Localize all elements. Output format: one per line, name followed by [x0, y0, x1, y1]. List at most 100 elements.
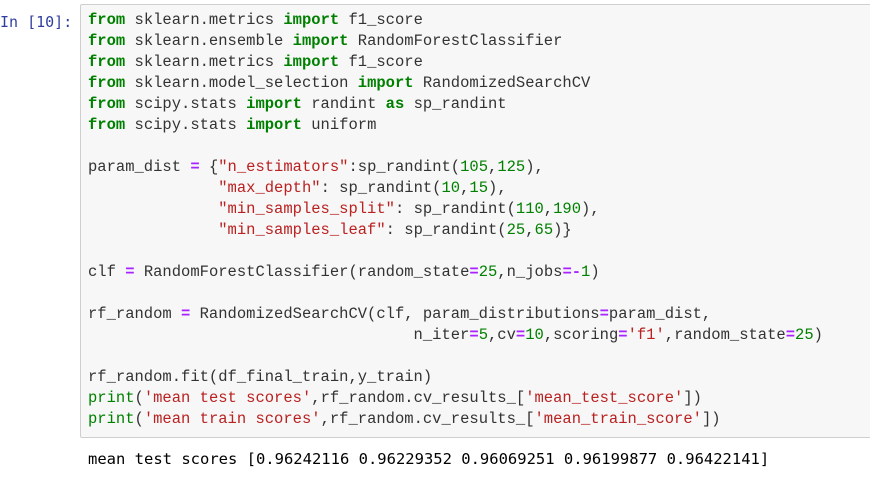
code-line: from sklearn.metrics import f1_score	[88, 10, 823, 31]
code-token: f1_score	[339, 11, 423, 29]
code-token: param_dist	[88, 158, 191, 176]
code-token: 190	[553, 200, 582, 218]
code-token: : sp_randint(	[320, 179, 442, 197]
code-token: 110	[515, 200, 544, 218]
code-token: sp_randint	[404, 95, 507, 113]
code-token: =	[599, 305, 609, 323]
code-line: "max_depth": sp_randint(10,15),	[88, 178, 823, 199]
code-token: 10	[441, 179, 461, 197]
code-token: f1_score	[339, 53, 423, 71]
code-token: 'mean test scores'	[143, 389, 312, 407]
code-line: param_dist = {"n_estimators":sp_randint(…	[88, 157, 823, 178]
code-token: ])	[701, 410, 721, 428]
code-token: ,	[543, 200, 554, 218]
code-token: import	[283, 53, 340, 71]
code-token: )}	[553, 221, 572, 239]
code-token: : sp_randint(	[394, 200, 516, 218]
code-token: n_iter	[88, 326, 470, 344]
code-token: =	[181, 305, 191, 323]
code-token: import	[283, 11, 340, 29]
code-token: import	[246, 95, 302, 113]
code-line: from sklearn.model_selection import Rand…	[88, 73, 823, 94]
code-line: from sklearn.ensemble import RandomFores…	[88, 31, 823, 52]
code-token: (	[134, 389, 144, 407]
code-token: 65	[534, 221, 554, 239]
code-token: from	[88, 32, 126, 50]
code-token: clf	[88, 263, 126, 281]
code-token: "min_samples_leaf"	[218, 221, 386, 239]
code-token: =	[125, 263, 135, 281]
code-token: ,cv	[488, 326, 516, 344]
code-token: 25	[506, 221, 526, 239]
code-token: =	[469, 263, 479, 281]
code-token: RandomizedSearchCV(clf, param_distributi…	[190, 305, 600, 323]
code-line: from scipy.stats import randint as sp_ra…	[88, 94, 823, 115]
code-token: =	[618, 326, 628, 344]
code-token: param_dist,	[608, 305, 712, 323]
code-line: from scipy.stats import uniform	[88, 115, 823, 136]
code-token: from	[88, 74, 126, 92]
code-token: "max_depth"	[218, 179, 321, 197]
code-token: ,rf_random.cv_results_[	[320, 410, 535, 428]
code-token: =	[190, 158, 200, 176]
code-token: rf_random.fit(df_final_train,y_train)	[88, 368, 433, 386]
code-token: 25	[478, 263, 498, 281]
code-token: from	[88, 53, 126, 71]
code-token: ,	[460, 179, 470, 197]
code-token: sklearn.metrics	[125, 11, 284, 29]
code-token: from	[88, 116, 126, 134]
code-token: import	[357, 74, 414, 92]
code-token: =	[515, 326, 526, 344]
code-token: =	[785, 326, 796, 344]
code-token: "n_estimators"	[218, 158, 349, 176]
code-line: "min_samples_split": sp_randint(110,190)…	[88, 199, 823, 220]
code-token: ,	[525, 221, 535, 239]
code-token: : sp_randint(	[385, 221, 507, 239]
code-token: sklearn.metrics	[125, 53, 284, 71]
code-token: )	[590, 263, 600, 281]
code-token: (	[134, 410, 144, 428]
code-line: from sklearn.metrics import f1_score	[88, 52, 823, 73]
code-token: randint	[301, 95, 386, 113]
code-token: "min_samples_split"	[218, 200, 395, 218]
code-line: rf_random = RandomizedSearchCV(clf, para…	[88, 304, 823, 325]
code-token: ),	[488, 179, 507, 197]
code-token: 'mean_test_score'	[525, 389, 684, 407]
code-token: 125	[497, 158, 526, 176]
code-token: =-	[562, 263, 582, 281]
code-token: ,	[488, 158, 498, 176]
code-token: ,random_state	[664, 326, 786, 344]
cell-output: mean test scores [0.96242116 0.96229352 …	[88, 450, 770, 468]
code-line: rf_random.fit(df_final_train,y_train)	[88, 367, 823, 388]
code-token: ),	[581, 200, 600, 218]
code-token: 25	[795, 326, 814, 344]
code-token: sklearn.model_selection	[125, 74, 358, 92]
code-token: 105	[460, 158, 489, 176]
code-token: RandomForestClassifier(random_state	[134, 263, 470, 281]
code-line: print('mean train scores',rf_random.cv_r…	[88, 409, 823, 430]
code-token: {	[199, 158, 219, 176]
code-token: RandomForestClassifier	[348, 32, 563, 50]
code-token: print	[88, 389, 135, 407]
code-token: from	[88, 95, 126, 113]
code-token: ),	[525, 158, 544, 176]
code-token: 'f1'	[627, 326, 665, 344]
code-token: import	[292, 32, 349, 50]
code-editor[interactable]: from sklearn.metrics import f1_score from…	[88, 10, 823, 430]
code-token: 1	[581, 263, 591, 281]
code-token: 5	[478, 326, 488, 344]
cell-prompt: In [10]:	[0, 13, 73, 31]
code-token: from	[88, 11, 126, 29]
code-token: scipy.stats	[125, 116, 247, 134]
code-token: )	[813, 326, 823, 344]
code-token: :sp_randint(	[348, 158, 461, 176]
code-token: rf_random	[88, 305, 182, 323]
code-token: ])	[683, 389, 702, 407]
